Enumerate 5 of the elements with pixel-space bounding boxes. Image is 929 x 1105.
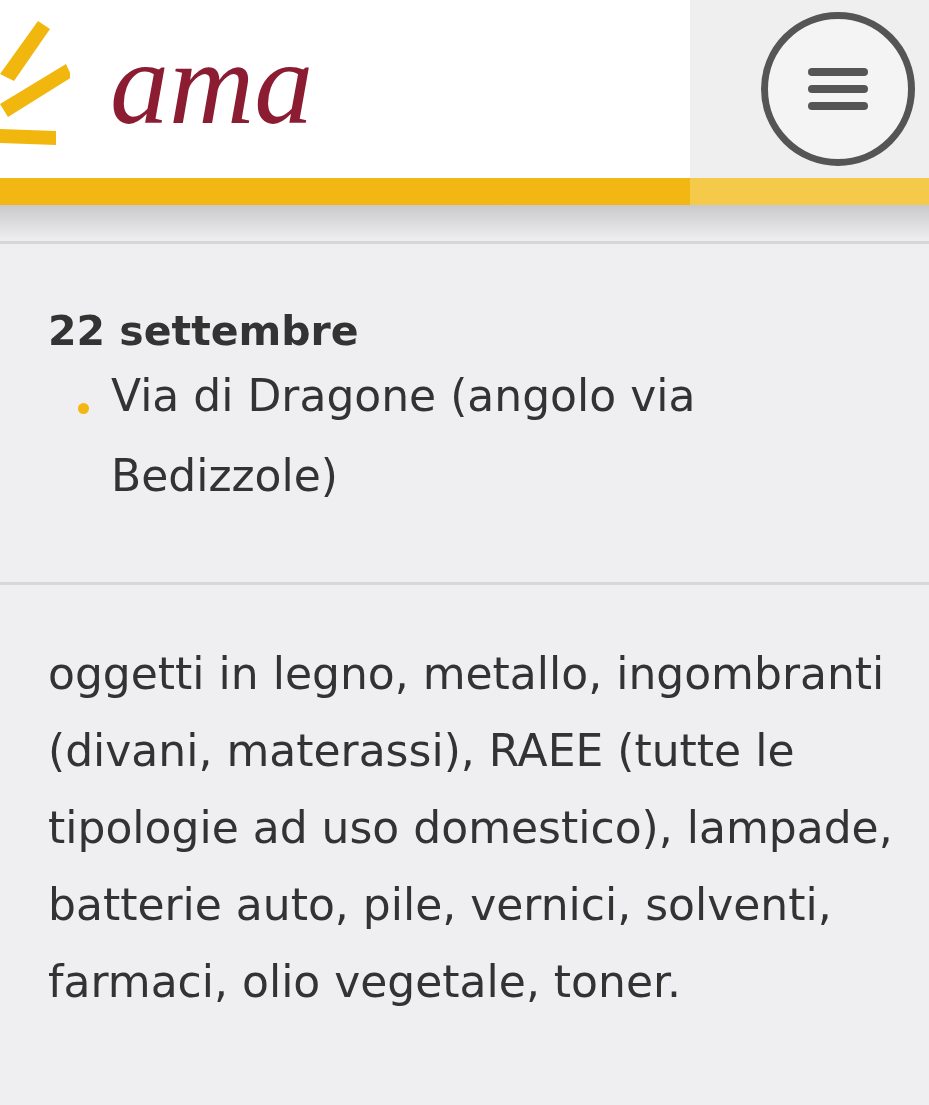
logo-text[interactable]: ama bbox=[110, 16, 314, 152]
description-text: oggetti in legno, metallo, ingombranti (divani, materassi), RAEE (tutte le tipologie ad uso domestico), lampade, batterie auto, pile, vernici, solventi, farmaci, olio vegetale, toner. bbox=[48, 647, 894, 1009]
bullet-icon bbox=[78, 403, 89, 414]
location-text: Via di Dragone (angolo via Bedizzole) bbox=[111, 369, 697, 503]
date-heading: 22 settembre bbox=[48, 306, 360, 356]
